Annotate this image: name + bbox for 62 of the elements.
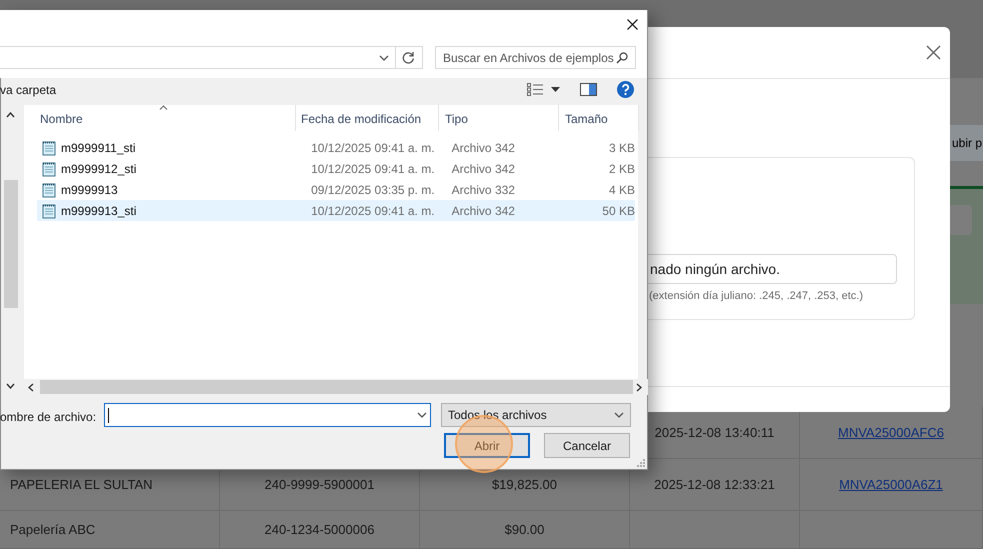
table-cell-text: $19,825.00: [492, 476, 558, 494]
file-size: 4 KB: [608, 182, 635, 198]
document-icon: [41, 160, 57, 176]
scroll-thumb[interactable]: [40, 380, 633, 394]
refresh-icon[interactable]: [402, 51, 415, 64]
hint-text: (extensión día juliano: .245, .247, .253, etc.): [649, 289, 864, 304]
document-icon: [41, 182, 57, 198]
cancel-button[interactable]: Cancelar: [544, 433, 630, 458]
file-row[interactable]: m9999911_sti 10/12/2025 09:41 a. m. Archivo 342 3 KB: [37, 137, 635, 158]
preview-pane-icon[interactable]: [580, 83, 597, 96]
scroll-up-icon[interactable]: [6, 112, 15, 118]
help-icon[interactable]: [617, 81, 634, 98]
file-name-field[interactable]: [104, 403, 431, 427]
view-options-icon[interactable]: [527, 83, 544, 96]
chevron-down-icon[interactable]: [417, 412, 427, 418]
chevron-down-icon[interactable]: [379, 54, 389, 60]
file-type: Archivo 332: [452, 182, 516, 198]
modified-date: 09/12/2025 03:35 p. m.: [311, 182, 436, 198]
table-cell-text: 240-9999-5900001: [264, 476, 374, 494]
search-field[interactable]: Buscar en Archivos de ejemplos: [435, 46, 636, 69]
column-header[interactable]: Tipo: [445, 110, 468, 128]
modified-date: 10/12/2025 09:41 a. m.: [311, 202, 436, 220]
file-name: m9999911_sti: [61, 140, 136, 156]
file-row[interactable]: m9999912_sti 10/12/2025 09:41 a. m. Archivo 342 2 KB: [37, 158, 635, 179]
resize-grip-icon[interactable]: [636, 458, 645, 467]
scroll-thumb[interactable]: [4, 180, 18, 308]
file-row[interactable]: m9999913_sti 10/12/2025 09:41 a. m. Archivo 342 50 KB: [37, 200, 635, 221]
file-name-label: ombre de archivo:: [0, 409, 96, 426]
chevron-down-icon: [614, 412, 624, 418]
table-cell-text: $90.00: [504, 520, 544, 539]
document-icon: [41, 140, 57, 156]
scroll-left-icon[interactable]: [28, 383, 34, 392]
table-cell-text: Papelería ABC: [10, 520, 96, 539]
table-cell-text: 2025-12-08 12:33:21: [654, 476, 775, 494]
file-name: m9999913_sti: [61, 202, 138, 220]
text-cursor-icon: [108, 408, 109, 422]
file-row[interactable]: m9999913 09/12/2025 03:35 p. m. Archivo 332 4 KB: [37, 179, 635, 200]
column-header[interactable]: Nombre: [40, 110, 83, 128]
column-header[interactable]: Tamaño: [565, 110, 608, 128]
table-cell-text: 240-1234-5000006: [264, 520, 374, 539]
file-name: m9999912_sti: [61, 160, 138, 178]
file-size: 50 KB: [601, 202, 635, 220]
modified-date: 10/12/2025 09:41 a. m.: [311, 160, 436, 178]
table-cell-text: PAPELERIA EL SULTAN: [10, 476, 153, 494]
file-size: 2 KB: [608, 160, 635, 178]
file-type: Archivo 342: [452, 202, 516, 220]
document-icon: [41, 202, 57, 218]
file-size: 3 KB: [608, 140, 635, 156]
column-header[interactable]: Fecha de modificación: [301, 110, 422, 128]
file-name: m9999913: [61, 182, 119, 198]
close-icon[interactable]: [627, 19, 638, 30]
modified-date: 10/12/2025 09:41 a. m.: [311, 140, 436, 156]
search-icon: [616, 52, 628, 64]
scroll-right-icon[interactable]: [636, 383, 642, 392]
file-type: Archivo 342: [452, 160, 516, 178]
file-type: Archivo 342: [452, 140, 516, 156]
new-folder-button[interactable]: va carpeta: [0, 81, 56, 99]
caret-down-icon[interactable]: [551, 87, 560, 92]
table-cell-text: 2025-12-08 13:40:11: [654, 424, 774, 442]
sort-caret-icon: [159, 105, 168, 110]
open-button[interactable]: Abrir: [444, 433, 530, 458]
scroll-down-icon[interactable]: [6, 383, 15, 389]
